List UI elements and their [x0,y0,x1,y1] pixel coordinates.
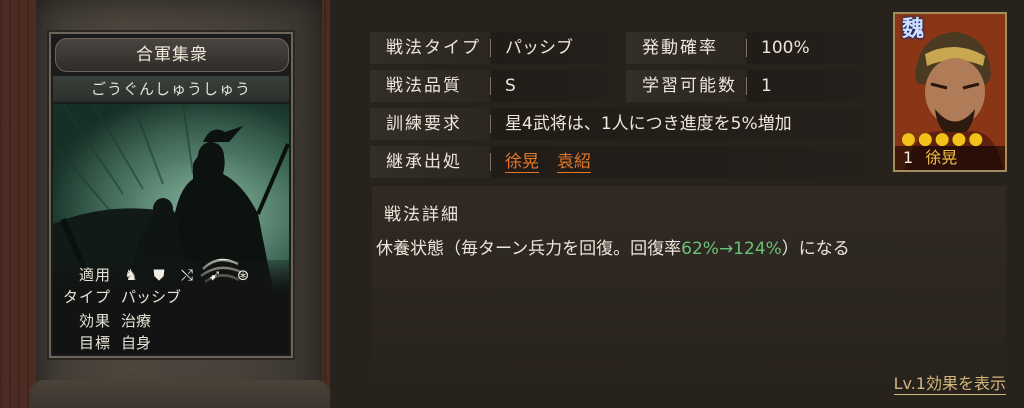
inherit-source-link[interactable]: 袁紹 [557,152,591,173]
row-inherit: 継承出処 徐晃 袁紹 [370,146,870,178]
kingdom-badge: 魏 [901,17,924,42]
detail-text: ）になる [781,239,850,259]
learn-value: 1 [747,70,870,102]
scroll-roll [30,380,330,408]
portrait-footer: 1 徐晃 [895,146,1005,170]
inherit-sources: 徐晃 袁紹 [491,146,870,178]
stat-label: 目標 [78,334,111,352]
shield-icon: ⛊ [153,266,165,284]
row-training: 訓練要求 星4武将は、1人につき進度を5%増加 [370,108,870,140]
show-lv1-effect-link[interactable]: Lv.1効果を表示 [893,370,1006,395]
detail-panel [372,186,1006,396]
spear-icon: ➹ [208,266,222,284]
stat-value: パッシブ [121,288,182,306]
row-type: 戦法タイプ パッシブ 発動確率 100% [370,32,870,64]
detail-highlight: 62%→124% [681,239,782,259]
learn-label: 学習可能数 [626,70,746,102]
stat-label: 効果 [78,312,111,330]
inherit-label: 継承出処 [370,146,490,178]
type-value: パッシブ [491,32,614,64]
quality-value: S [491,70,614,102]
row-quality: 戦法品質 S 学習可能数 1 [370,70,870,102]
general-portrait[interactable]: 魏 ● ● ● ● ● 1 徐晃 [893,12,1007,172]
general-level: 1 [903,148,914,167]
inherit-source-link[interactable]: 徐晃 [505,152,539,173]
stat-value: 自身 [121,334,152,352]
training-label: 訓練要求 [370,108,490,140]
tactic-name: 合軍集衆 [55,38,289,72]
stat-value: 治療 [121,312,152,330]
stat-label: タイプ [62,288,111,306]
type-label: 戦法タイプ [370,32,490,64]
detail-description: 休養状態（毎ターン兵力を回復。回復率62%→124%）になる [376,234,850,259]
tactic-reading: ごうぐんしゅうしゅう [53,76,289,102]
cavalry-icon: ♞ [124,266,138,284]
tactic-card: 合軍集衆 ごうぐんしゅうしゅう 適用 ♞ ⛊ ⤭ ➹ ⊛ タイプ パッシブ 効果… [49,32,293,358]
siege-wheel-icon: ⊛ [236,266,250,284]
quality-label: 戦法品質 [370,70,490,102]
unit-type-icons: ♞ ⛊ ⤭ ➹ ⊛ [121,266,253,284]
stat-label: 適用 [78,266,111,284]
training-value: 星4武将は、1人につき進度を5%増加 [491,108,870,140]
general-name: 徐晃 [925,148,958,167]
rate-label: 発動確率 [626,32,746,64]
tactic-stats: 適用 ♞ ⛊ ⤭ ➹ ⊛ タイプ パッシブ 効果 治療 目標 自身 [53,260,289,354]
detail-text: 休養状態（毎ターン兵力を回復。回復率 [376,239,682,259]
rate-value: 100% [747,32,870,64]
bow-icon: ⤭ [180,266,193,284]
detail-heading: 戦法詳細 [384,205,460,225]
